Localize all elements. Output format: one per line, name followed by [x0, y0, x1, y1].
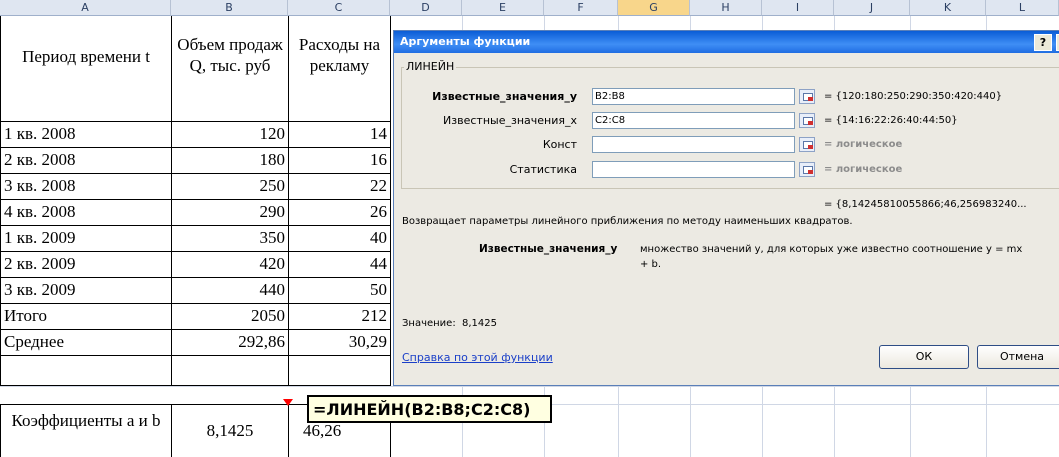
- collapse-icon[interactable]: [799, 113, 815, 128]
- function-help-link[interactable]: Справка по этой функции: [402, 351, 553, 364]
- cell-b5[interactable]: 290: [172, 202, 288, 222]
- arg-result-known-x: = {14:16:22:26:40:44:50}: [824, 115, 958, 126]
- cell-a3[interactable]: 2 кв. 2008: [1, 150, 171, 170]
- ok-button[interactable]: ОК: [879, 345, 969, 369]
- stats-input[interactable]: [592, 161, 795, 178]
- arg-label-const: Конст: [542, 138, 577, 151]
- cell-c7[interactable]: 44: [289, 254, 390, 274]
- arg-label-known-y: Известные_значения_y: [432, 90, 577, 103]
- overall-result: = {8,14245810055866;46,256983240...: [824, 199, 1027, 210]
- col-header-c[interactable]: C: [288, 0, 390, 16]
- cell-b4[interactable]: 250: [172, 176, 288, 196]
- dialog-title: Аргументы функции: [400, 35, 531, 48]
- arg-result-stats: = логическое: [824, 164, 903, 175]
- function-name: ЛИНЕЙН: [404, 60, 457, 73]
- cell-c5[interactable]: 26: [289, 202, 390, 222]
- cell-b8[interactable]: 440: [172, 280, 288, 300]
- header-period[interactable]: Период времени t: [1, 38, 171, 120]
- cell-a6[interactable]: 1 кв. 2009: [1, 228, 171, 248]
- cancel-button[interactable]: Отмена: [977, 345, 1059, 369]
- cell-c6[interactable]: 40: [289, 228, 390, 248]
- header-ads[interactable]: Расходы на рекламу: [289, 20, 390, 120]
- collapse-icon[interactable]: [799, 162, 815, 177]
- arg-help-text-1: множество значений y, для которых уже из…: [640, 244, 1023, 255]
- cell-a5[interactable]: 4 кв. 2008: [1, 202, 171, 222]
- col-header-j[interactable]: J: [834, 0, 910, 16]
- col-header-b[interactable]: B: [171, 0, 288, 16]
- known-x-input[interactable]: C2:C8: [592, 112, 795, 129]
- function-arguments-dialog: Аргументы функции ? X ЛИНЕЙН Известные_з…: [393, 30, 1059, 386]
- cell-c9[interactable]: 212: [289, 306, 390, 326]
- col-header-f[interactable]: F: [544, 0, 618, 16]
- comment-indicator: [283, 399, 293, 406]
- col-header-g[interactable]: G: [618, 0, 690, 16]
- cell-b9[interactable]: 2050: [172, 306, 288, 326]
- collapse-icon[interactable]: [799, 89, 815, 104]
- cell-c2[interactable]: 14: [289, 124, 390, 144]
- arg-help-name: Известные_значения_y: [479, 243, 618, 255]
- formula-tooltip: =ЛИНЕЙН(B2:B8;C2:C8): [307, 395, 552, 423]
- cell-a8[interactable]: 3 кв. 2009: [1, 280, 171, 300]
- col-header-i[interactable]: I: [762, 0, 834, 16]
- value-label: Значение:: [402, 318, 456, 329]
- function-description: Возвращает параметры линейного приближен…: [402, 216, 853, 227]
- cell-a10[interactable]: Среднее: [1, 332, 171, 352]
- arg-result-known-y: = {120:180:250:290:350:420:440}: [824, 91, 1003, 102]
- cell-b2[interactable]: 120: [172, 124, 288, 144]
- arg-label-known-x: Известные_значения_x: [443, 114, 577, 127]
- help-button[interactable]: ?: [1034, 34, 1052, 51]
- cell-coef-c[interactable]: 46,26: [289, 420, 390, 450]
- cell-a7[interactable]: 2 кв. 2009: [1, 254, 171, 274]
- const-input[interactable]: [592, 136, 795, 153]
- arg-result-const: = логическое: [824, 139, 903, 150]
- arg-help-text-2: + b.: [640, 259, 662, 270]
- cell-b10[interactable]: 292,86: [172, 332, 288, 352]
- col-header-h[interactable]: H: [690, 0, 762, 16]
- collapse-icon[interactable]: [799, 137, 815, 152]
- cell-a9[interactable]: Итого: [1, 306, 171, 326]
- cell-c8[interactable]: 50: [289, 280, 390, 300]
- cell-b3[interactable]: 180: [172, 150, 288, 170]
- col-header-l[interactable]: L: [986, 0, 1059, 16]
- cell-b7[interactable]: 420: [172, 254, 288, 274]
- col-header-e[interactable]: E: [462, 0, 544, 16]
- cell-coef-b[interactable]: 8,1425: [172, 420, 288, 450]
- cell-a2[interactable]: 1 кв. 2008: [1, 124, 171, 144]
- cell-c3[interactable]: 16: [289, 150, 390, 170]
- cell-b6[interactable]: 350: [172, 228, 288, 248]
- col-header-a[interactable]: A: [0, 0, 171, 16]
- known-y-input[interactable]: B2:B8: [592, 88, 795, 105]
- cell-a4[interactable]: 3 кв. 2008: [1, 176, 171, 196]
- col-header-k[interactable]: K: [910, 0, 986, 16]
- dialog-titlebar[interactable]: Аргументы функции ? X: [394, 31, 1059, 53]
- cell-c4[interactable]: 22: [289, 176, 390, 196]
- value-display: 8,1425: [462, 318, 497, 329]
- arg-label-stats: Статистика: [509, 163, 577, 176]
- cell-c10[interactable]: 30,29: [289, 332, 390, 352]
- col-header-d[interactable]: D: [390, 0, 462, 16]
- cell-coef-label[interactable]: Коэффициенты a и b: [1, 410, 171, 457]
- header-sales[interactable]: Объем продаж Q, тыс. руб: [172, 20, 288, 120]
